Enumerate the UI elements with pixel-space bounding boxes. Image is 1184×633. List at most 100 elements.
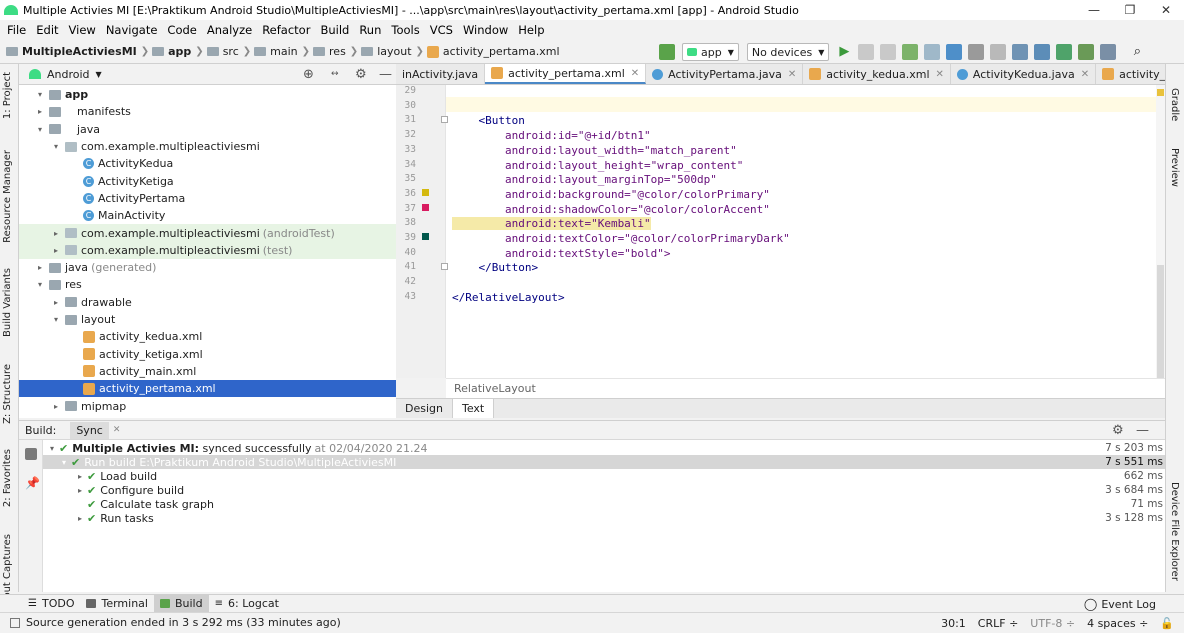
sidetab-captures[interactable]: out Captures <box>2 534 13 599</box>
color-primary-dark-swatch[interactable] <box>422 233 429 240</box>
fold-icon[interactable] <box>441 263 448 270</box>
hide-icon[interactable]: — <box>379 67 392 82</box>
hammer-icon[interactable] <box>659 44 675 60</box>
tree-item[interactable]: ▸ com.example.multipleactiviesmi (androidT… <box>19 224 396 242</box>
profile-icon[interactable] <box>946 44 963 60</box>
tree-item[interactable]: activity_ketiga.xml <box>19 346 396 363</box>
file-encoding[interactable]: UTF-8 ÷ <box>1030 617 1075 630</box>
tab-activity-pertama-java[interactable]: ActivityPertama.java ✕ <box>646 64 804 84</box>
menu-help[interactable]: Help <box>513 23 549 37</box>
close-button[interactable]: ✕ <box>1148 0 1184 20</box>
color-accent-swatch[interactable] <box>422 204 429 211</box>
tree-item[interactable]: C ActivityKedua <box>19 155 396 172</box>
device-dropdown[interactable]: No devices ▼ <box>746 43 830 61</box>
tree-item-selected[interactable]: activity_pertama.xml <box>19 380 396 398</box>
close-icon[interactable]: ✕ <box>788 69 796 80</box>
indent-setting[interactable]: 4 spaces ÷ <box>1087 617 1148 630</box>
gear-icon[interactable]: ⚙ <box>355 67 367 82</box>
apply-code-icon[interactable] <box>880 44 897 60</box>
sidetab-structure[interactable]: Z: Structure <box>2 364 13 424</box>
scrollbar-thumb[interactable] <box>1157 265 1164 378</box>
locate-icon[interactable]: ⊕ <box>303 67 314 82</box>
stop-icon[interactable] <box>990 44 1007 60</box>
tab-design[interactable]: Design <box>396 399 453 418</box>
tree-item[interactable]: ▸ java (generated) <box>19 259 396 276</box>
warning-marker[interactable] <box>1157 89 1164 96</box>
tree-item[interactable]: ▾ app <box>19 86 396 103</box>
device-icon[interactable] <box>1078 44 1095 60</box>
build-row[interactable]: ▸ ✔ Load build 662 ms <box>43 469 1165 483</box>
breadcrumb-project[interactable]: MultipleActiviesMI ❯ <box>6 45 149 58</box>
maximize-button[interactable]: ❐ <box>1112 0 1148 20</box>
breadcrumb-src[interactable]: src ❯ <box>206 45 251 58</box>
tab-activity-pertama-xml[interactable]: activity_pertama.xml ✕ <box>485 64 647 84</box>
tree-item[interactable]: C ActivityPertama <box>19 190 396 207</box>
tree-item[interactable]: ▾ layout <box>19 311 396 328</box>
menu-edit[interactable]: Edit <box>31 23 63 37</box>
sidetab-favorites[interactable]: 2: Favorites <box>2 449 13 507</box>
tree-item[interactable]: ▸ mipmap <box>19 397 396 414</box>
toolwindow-terminal[interactable]: Terminal <box>80 595 154 613</box>
xml-breadcrumb[interactable]: RelativeLayout <box>446 378 1165 398</box>
breadcrumb-main[interactable]: main ❯ <box>254 45 310 58</box>
tree-item[interactable]: ▸ com.example.multipleactiviesmi (test) <box>19 241 396 259</box>
build-row[interactable]: ▸ ✔ Run tasks 3 s 128 ms <box>43 511 1165 525</box>
sidetab-gradle[interactable]: Gradle <box>1169 88 1180 121</box>
menu-run[interactable]: Run <box>354 23 386 37</box>
menu-vcs[interactable]: VCS <box>425 23 458 37</box>
tree-item[interactable]: ▾ com.example.multipleactiviesmi <box>19 138 396 155</box>
breadcrumb-res[interactable]: res ❯ <box>313 45 358 58</box>
breadcrumb-app[interactable]: app ❯ <box>152 45 204 58</box>
sidetab-preview[interactable]: Preview <box>1169 148 1180 187</box>
hide-icon[interactable]: — <box>1136 423 1149 438</box>
run-icon[interactable]: ▶ <box>836 44 852 60</box>
caret-position[interactable]: 30:1 <box>941 617 966 630</box>
toggle-view-icon[interactable] <box>25 448 37 460</box>
event-log-button[interactable]: ◯ Event Log <box>1084 595 1156 613</box>
menu-refactor[interactable]: Refactor <box>257 23 315 37</box>
chevron-down-icon[interactable]: ▼ <box>96 70 102 79</box>
tree-item[interactable]: ▾ res <box>19 276 396 293</box>
search-icon[interactable]: ⌕ <box>1129 44 1145 60</box>
tab-main-activity[interactable]: inActivity.java <box>396 64 486 84</box>
line-separator[interactable]: CRLF ÷ <box>978 617 1019 630</box>
tree-item[interactable]: C ActivityKetiga <box>19 173 396 190</box>
toolwindow-logcat[interactable]: ≡ 6: Logcat <box>209 595 285 613</box>
close-icon[interactable]: ✕ <box>113 425 121 435</box>
menu-analyze[interactable]: Analyze <box>202 23 257 37</box>
project-structure-icon[interactable] <box>1100 44 1117 60</box>
tab-activity-ketiga-xml[interactable]: activity_ketiga.xml✕ <box>1096 64 1165 84</box>
tree-item[interactable]: ▾ java <box>19 121 396 138</box>
tree-item[interactable]: ▸ manifests <box>19 103 396 120</box>
menu-view[interactable]: View <box>64 23 101 37</box>
toolwindow-build[interactable]: Build <box>153 594 209 613</box>
apply-changes-icon[interactable] <box>858 44 875 60</box>
color-primary-swatch[interactable] <box>422 189 429 196</box>
close-icon[interactable]: ✕ <box>936 69 944 80</box>
coverage-icon[interactable] <box>968 44 985 60</box>
fold-icon[interactable] <box>441 116 448 123</box>
lock-icon[interactable]: 🔓 <box>1160 617 1174 630</box>
build-row-selected[interactable]: ▾ ✔ Run build E:\Praktikum Android Studio\… <box>43 455 1165 469</box>
sdk-manager-icon[interactable] <box>1056 44 1073 60</box>
breadcrumb-layout[interactable]: layout ❯ <box>361 45 424 58</box>
tree-item[interactable]: activity_main.xml <box>19 363 396 380</box>
toggle-panels-icon[interactable] <box>10 617 20 628</box>
menu-file[interactable]: File <box>2 23 31 37</box>
close-icon[interactable]: ✕ <box>631 68 639 79</box>
attach-debugger-icon[interactable] <box>924 44 941 60</box>
sidetab-build-variants[interactable]: Build Variants <box>2 268 13 337</box>
breadcrumb-file[interactable]: activity_pertama.xml <box>426 45 560 58</box>
status-message[interactable]: Source generation ended in 3 s 292 ms (3… <box>26 616 341 629</box>
close-icon[interactable]: ✕ <box>1081 69 1089 80</box>
run-config-dropdown[interactable]: app ▼ <box>682 43 739 61</box>
pin-icon[interactable]: 📌 <box>25 476 40 490</box>
menu-window[interactable]: Window <box>458 23 513 37</box>
tab-sync[interactable]: Sync <box>70 421 109 439</box>
tab-text[interactable]: Text <box>452 399 495 418</box>
sidetab-project[interactable]: 1: Project <box>2 72 13 119</box>
tab-activity-kedua-java[interactable]: ActivityKedua.java ✕ <box>951 64 1097 84</box>
build-row[interactable]: ▾ ✔ Multiple Activies MI: synced successfu… <box>43 441 1165 455</box>
tree-item[interactable]: C MainActivity <box>19 207 396 224</box>
avd-manager-icon[interactable] <box>1034 44 1051 60</box>
